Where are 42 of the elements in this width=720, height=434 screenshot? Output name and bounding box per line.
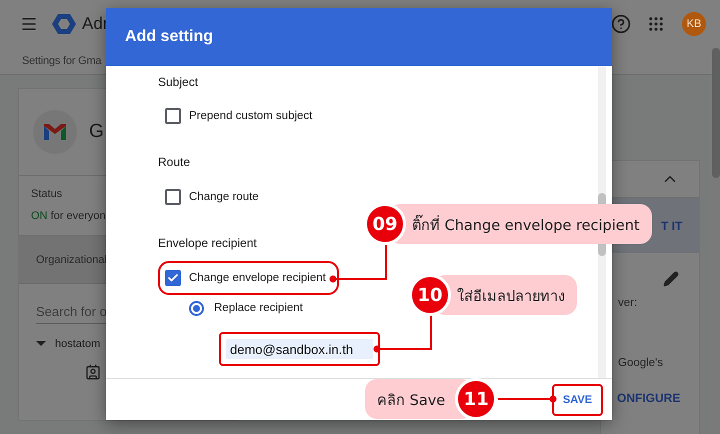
checkbox-label: Change route xyxy=(189,191,259,203)
checkbox[interactable] xyxy=(165,270,181,286)
section-heading: Envelope recipient xyxy=(158,235,257,252)
status-text: ON for everyon xyxy=(31,210,106,222)
card-text: ver: xyxy=(618,297,638,309)
help-icon[interactable] xyxy=(611,14,631,34)
radio-label: Replace recipient xyxy=(214,302,303,314)
breadcrumb[interactable]: Settings for Gma xyxy=(22,55,102,67)
leader-line xyxy=(330,245,387,282)
product-name: Adr xyxy=(82,14,108,34)
radio-button[interactable] xyxy=(189,300,204,316)
hexagon-logo-icon xyxy=(52,13,76,35)
dialog-title: Add setting xyxy=(125,28,213,46)
apps-grid-icon[interactable] xyxy=(647,15,665,33)
card-title: G xyxy=(89,121,104,143)
checkbox-row[interactable]: Change route xyxy=(165,187,259,207)
avatar[interactable]: KB xyxy=(682,12,706,36)
callout-text: ติ๊กที่ Change envelope recipient xyxy=(412,212,640,236)
caret-icon[interactable] xyxy=(36,341,46,347)
checkbox-label: Prepend custom subject xyxy=(189,110,312,122)
menu-icon[interactable] xyxy=(20,15,38,33)
contact-card-icon xyxy=(85,364,101,380)
mail-logo-icon xyxy=(33,110,77,154)
checkbox[interactable] xyxy=(165,189,181,205)
pencil-icon[interactable] xyxy=(663,271,679,287)
section-heading: Route xyxy=(158,154,190,171)
radio-row[interactable]: Replace recipient xyxy=(189,298,303,318)
save-button[interactable]: SAVE xyxy=(552,384,603,416)
configure-link[interactable]: ONFIGURE xyxy=(617,391,699,405)
card-text: Google's xyxy=(618,357,664,369)
check-icon xyxy=(167,272,179,284)
callout-text: ใส่อีเมลปลายทาง xyxy=(457,286,565,306)
section-heading: Subject xyxy=(158,74,198,91)
recipient-input-field[interactable]: demo@sandbox.in.th xyxy=(226,339,373,359)
checkbox[interactable] xyxy=(165,108,181,124)
tree-item[interactable]: hostatom xyxy=(55,338,100,350)
callout-text: คลิก Save xyxy=(377,392,446,410)
checkbox-row[interactable]: Change envelope recipient xyxy=(165,268,332,288)
status-label: Status xyxy=(31,188,62,200)
checkbox-label: Change envelope recipient xyxy=(189,272,326,284)
checkbox-row[interactable]: Prepend custom subject xyxy=(165,106,312,126)
leader-line xyxy=(498,396,556,402)
